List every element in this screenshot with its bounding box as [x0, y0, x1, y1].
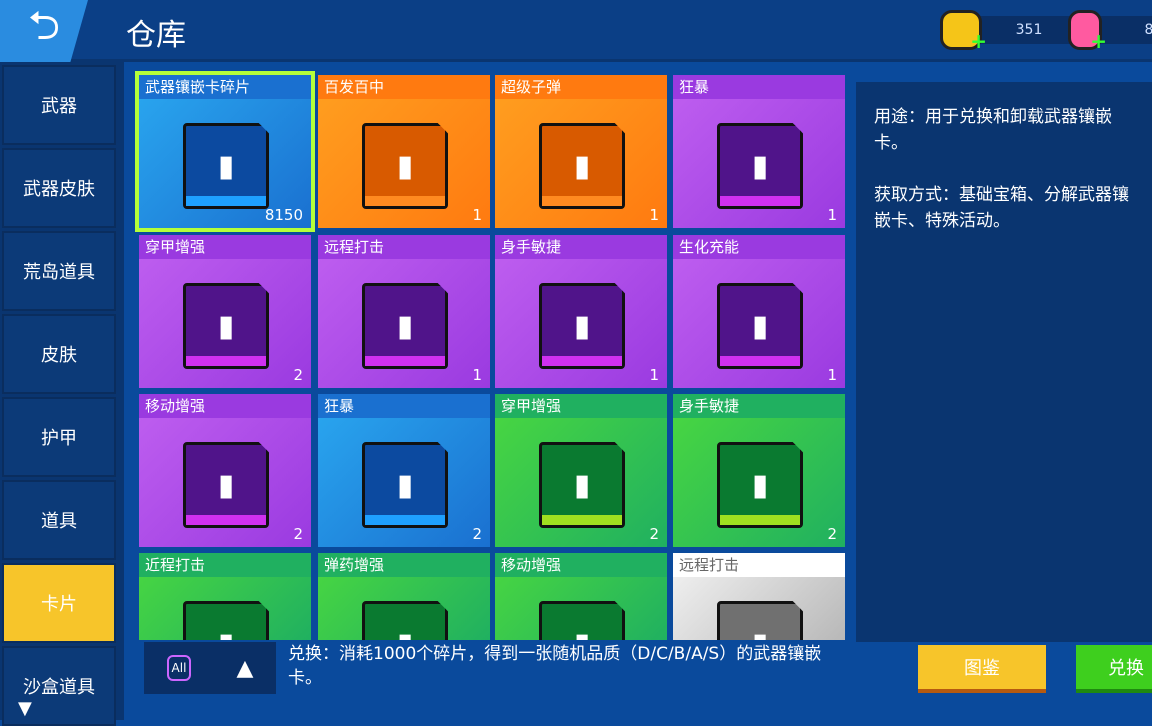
card-count: 1	[649, 206, 659, 224]
card-name: 生化充能	[673, 235, 845, 259]
card-chip-icon: ▮	[717, 283, 803, 369]
card-chip-icon: ▮	[539, 283, 625, 369]
card-item[interactable]: 超级子弹 ▮ 1	[495, 75, 667, 228]
card-count: 1	[472, 206, 482, 224]
scroll-down-icon[interactable]: ▼	[18, 698, 32, 719]
obtain-text: 获取方式：基础宝箱、分解武器镶嵌卡、特殊活动。	[874, 185, 1129, 231]
card-name: 身手敏捷	[495, 235, 667, 259]
card-chip-icon: ▮	[362, 442, 448, 528]
card-count: 1	[827, 206, 837, 224]
card-name: 移动增强	[495, 553, 667, 577]
card-count: 1	[472, 366, 482, 384]
card-count: 2	[472, 525, 482, 543]
card-chip-icon: ▮	[362, 601, 448, 640]
card-count: 1	[827, 366, 837, 384]
coin-balance[interactable]: + 351	[940, 10, 1084, 53]
card-item[interactable]: 移动增强 ▮ 2	[139, 394, 311, 547]
card-item[interactable]: 身手敏捷 ▮ 2	[673, 394, 845, 547]
card-chip-icon: ▮	[717, 601, 803, 640]
sidebar-item[interactable]: 护甲	[2, 397, 116, 477]
card-item[interactable]: 身手敏捷 ▮ 1	[495, 235, 667, 388]
category-sidebar: 武器 武器皮肤 荒岛道具 皮肤 护甲 道具 卡片 沙盒道具	[0, 62, 124, 726]
card-chip-icon: ▮	[183, 283, 269, 369]
sidebar-item[interactable]: 皮肤	[2, 314, 116, 394]
card-name: 穿甲增强	[139, 235, 311, 259]
card-item[interactable]: 百发百中 ▮ 1	[318, 75, 490, 228]
triangle-up-icon: ▲	[236, 655, 254, 681]
card-item[interactable]: 移动增强 ▮	[495, 553, 667, 640]
all-filter-icon: All	[166, 655, 192, 681]
card-name: 狂暴	[673, 75, 845, 99]
card-item[interactable]: 近程打击 ▮	[139, 553, 311, 640]
card-count: 1	[649, 366, 659, 384]
card-count: 2	[293, 525, 303, 543]
exchange-description: 兑换：消耗1000个碎片，得到一张随机品质（D/C/B/A/S）的武器镶嵌卡。	[288, 644, 822, 688]
back-arrow-icon: ⮌	[27, 3, 61, 49]
card-chip-icon: ▮	[183, 601, 269, 640]
top-bar: ⮌ 仓库 + 351 + 8	[0, 0, 1152, 62]
back-button[interactable]: ⮌	[0, 0, 88, 62]
card-name: 近程打击	[139, 553, 311, 577]
gem-balance[interactable]: + 8	[1068, 10, 1152, 53]
card-name: 移动增强	[139, 394, 311, 418]
card-chip-icon: ▮	[362, 283, 448, 369]
card-item[interactable]: 远程打击 ▮	[673, 553, 845, 640]
card-name: 远程打击	[673, 553, 845, 577]
card-chip-icon: ▮	[717, 123, 803, 209]
card-chip-icon: ▮	[717, 442, 803, 528]
usage-text: 用途：用于兑换和卸载武器镶嵌卡。	[874, 107, 1112, 153]
card-count: 2	[827, 525, 837, 543]
card-chip-icon: ▮	[539, 442, 625, 528]
filter-toggle[interactable]: All ▲	[144, 642, 276, 694]
card-chip-icon: ▮	[183, 123, 269, 209]
card-name: 百发百中	[318, 75, 490, 99]
card-count: 2	[649, 525, 659, 543]
card-item[interactable]: 狂暴 ▮ 1	[673, 75, 845, 228]
sidebar-item[interactable]: 卡片	[2, 563, 116, 643]
card-name: 武器镶嵌卡碎片	[139, 75, 311, 99]
card-item[interactable]: 穿甲增强 ▮ 2	[139, 235, 311, 388]
card-item[interactable]: 弹药增强 ▮	[318, 553, 490, 640]
card-item[interactable]: 穿甲增强 ▮ 2	[495, 394, 667, 547]
card-item[interactable]: 狂暴 ▮ 2	[318, 394, 490, 547]
page-title: 仓库	[126, 18, 186, 53]
card-name: 超级子弹	[495, 75, 667, 99]
card-item[interactable]: 武器镶嵌卡碎片 ▮ 8150	[135, 71, 315, 232]
gem-icon: +	[1068, 10, 1107, 53]
item-info-panel: 用途：用于兑换和卸载武器镶嵌卡。 获取方式：基础宝箱、分解武器镶嵌卡、特殊活动。	[856, 82, 1152, 642]
card-chip-icon: ▮	[539, 601, 625, 640]
sidebar-item[interactable]: 武器皮肤	[2, 148, 116, 228]
card-item[interactable]: 远程打击 ▮ 1	[318, 235, 490, 388]
card-name: 身手敏捷	[673, 394, 845, 418]
sidebar-item[interactable]: 荒岛道具	[2, 231, 116, 311]
card-name: 狂暴	[318, 394, 490, 418]
card-count: 8150	[264, 206, 303, 224]
card-chip-icon: ▮	[362, 123, 448, 209]
card-chip-icon: ▮	[183, 442, 269, 528]
card-count: 2	[293, 366, 303, 384]
card-name: 弹药增强	[318, 553, 490, 577]
exchange-button[interactable]: 兑换	[1076, 645, 1152, 693]
card-chip-icon: ▮	[539, 123, 625, 209]
sidebar-item[interactable]: 道具	[2, 480, 116, 560]
catalog-button[interactable]: 图鉴	[918, 645, 1046, 693]
card-item[interactable]: 生化充能 ▮ 1	[673, 235, 845, 388]
card-name: 穿甲增强	[495, 394, 667, 418]
coin-icon: +	[940, 10, 987, 53]
sidebar-item[interactable]: 武器	[2, 65, 116, 145]
card-name: 远程打击	[318, 235, 490, 259]
